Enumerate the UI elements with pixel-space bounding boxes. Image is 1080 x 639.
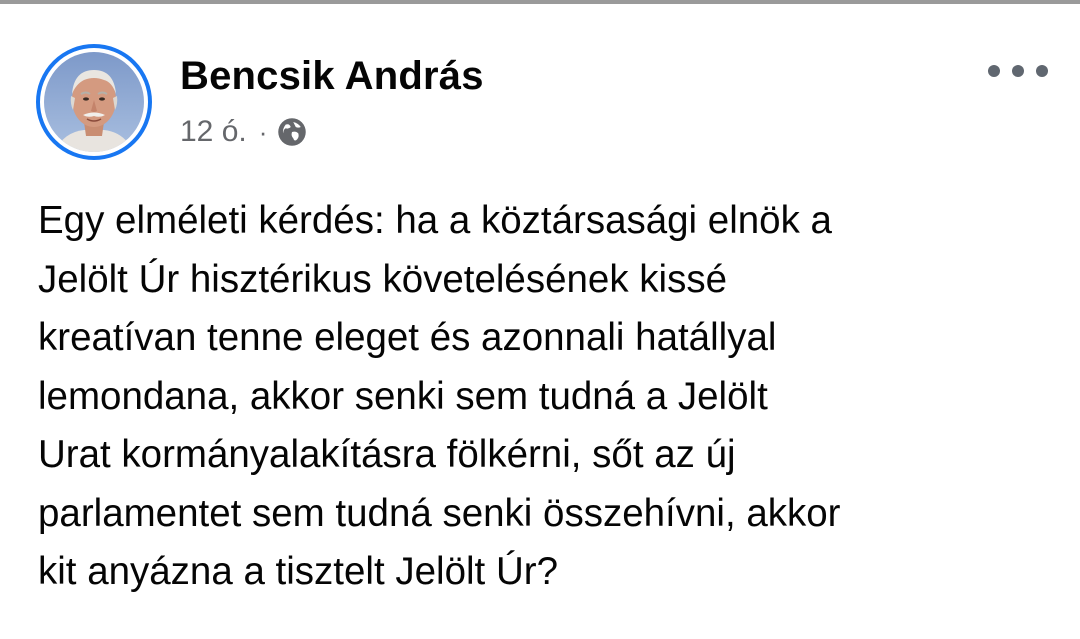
more-dot (1036, 65, 1048, 77)
more-dot (988, 65, 1000, 77)
author-name[interactable]: Bencsik András (180, 52, 484, 100)
facebook-post: Bencsik András 12 ó. · Egy elméleti kérd… (0, 0, 1080, 639)
separator-dot: · (258, 117, 268, 147)
post-timestamp[interactable]: 12 ó. (180, 114, 247, 150)
avatar[interactable] (36, 44, 152, 160)
profile-photo-avatar (44, 52, 144, 152)
post-meta: Bencsik András 12 ó. · (180, 52, 484, 150)
post-text: Egy elméleti kérdés: ha a köztársasági e… (38, 199, 841, 593)
more-dot (1012, 65, 1024, 77)
post-header: Bencsik András 12 ó. · (36, 44, 484, 160)
post-subtitle: 12 ó. · (180, 114, 484, 150)
more-options-icon[interactable] (988, 56, 1048, 86)
globe-icon[interactable] (277, 117, 307, 147)
